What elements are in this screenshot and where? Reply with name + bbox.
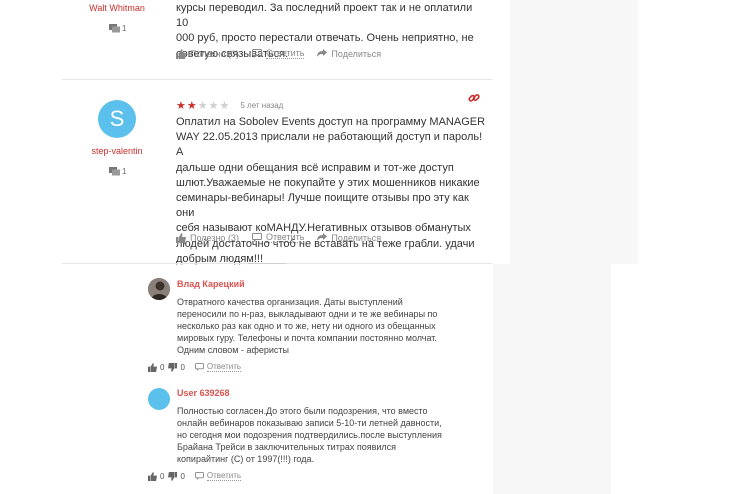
reply-label: Ответить	[206, 362, 242, 372]
share-button[interactable]: Поделиться	[317, 232, 381, 243]
share-icon	[317, 49, 328, 58]
review-time: 5 лет назад	[240, 101, 284, 110]
dislike-count: 0	[180, 362, 185, 372]
thumbs-up-icon	[176, 232, 186, 243]
star-rating: ★★★★★	[176, 99, 230, 112]
reply-text: Отвратного качества организация. Даты вы…	[177, 296, 477, 356]
review-text-line: 000 руб, просто перестали отвечать. Очен…	[176, 32, 474, 45]
review-text-line: шлют.Уважаемые не покупайте у этих мошен…	[176, 176, 480, 189]
reply-icon	[251, 49, 262, 58]
review-author-link[interactable]: Walt Whitman	[62, 3, 172, 13]
thumbs-down-icon	[168, 362, 178, 372]
reply-text-line: онлайн вебинаров показываю записи 5-10-т…	[177, 418, 442, 428]
reply-label: Ответить	[206, 471, 242, 481]
review-text-line: WAY 22.05.2013 прислали не работающий до…	[176, 131, 483, 159]
thumbs-up-icon	[148, 362, 157, 372]
dislike-count: 0	[180, 471, 185, 481]
star-icon: ★	[186, 100, 198, 112]
like-button[interactable]: 0	[148, 362, 165, 372]
review-actions: Полезно (3) Ответить Поделиться	[176, 232, 381, 243]
helpful-button[interactable]: Полезно (0)	[176, 48, 239, 59]
reply-button[interactable]: Ответить	[194, 471, 242, 481]
review-2: S step-valentin 1 ★★★★★ 5 лет назад Опла…	[62, 80, 492, 267]
reply-button[interactable]: Ответить	[251, 232, 305, 243]
avatar-letter: S	[109, 106, 125, 131]
avatar[interactable]: S	[98, 100, 136, 138]
replies-pointer	[248, 263, 286, 264]
helpful-button[interactable]: Полезно (3)	[176, 232, 239, 243]
avatar[interactable]	[148, 278, 170, 300]
review-author-link[interactable]: step-valentin	[62, 146, 172, 156]
reply-author[interactable]: User 639268	[177, 388, 230, 398]
reply-text-line: Полностью согласен.До этого были подозре…	[177, 406, 428, 416]
reply-icon	[251, 233, 262, 242]
reply-text-line: Брайана Трейси в заключительных титрах п…	[177, 442, 397, 452]
review-text-line: добрым людям!!!	[176, 252, 264, 265]
reply-text-line: Одним словом - аферисты	[177, 345, 290, 355]
right-side-panel-bottom	[493, 264, 611, 494]
review-text-line: курсы переводил. За последний проект так…	[176, 2, 473, 30]
thumbs-up-icon	[148, 471, 157, 481]
thumbs-up-icon	[176, 48, 186, 59]
review-text-line: дальше одни обещания всё исправим и тот-…	[176, 161, 454, 174]
comment-icon	[109, 24, 120, 33]
helpful-label: Полезно (0)	[190, 48, 239, 59]
reply-text-line: переносили по н-раз, выкладывают одни и …	[177, 309, 438, 319]
review-text-line: семинары-вебинары! Лучше поищите отзывы …	[176, 192, 469, 220]
reply-actions: 0 0 Ответить	[148, 471, 242, 481]
comments-count-value: 1	[122, 167, 127, 176]
reply-1: Влад Карецкий Отвратного качества органи…	[148, 276, 488, 376]
review-1: Walt Whitman 1 курсы переводил. За после…	[62, 0, 492, 80]
star-icon: ★	[219, 100, 231, 112]
dislike-button[interactable]: 0	[168, 362, 185, 372]
share-label: Поделиться	[331, 232, 382, 243]
right-side-panel-top	[510, 0, 638, 264]
reply-button[interactable]: Ответить	[194, 362, 242, 372]
reply-text-line: Отвратного качества организация. Даты вы…	[177, 297, 403, 307]
reply-text-line: несколько раз как одно и то же, нету ни …	[177, 321, 436, 331]
review-actions: Полезно (0) Ответить Поделиться	[176, 48, 381, 59]
reply-text-line: но сегодня мои подозрения подтвердились.…	[177, 430, 442, 440]
reply-label: Ответить	[265, 232, 305, 243]
helpful-label: Полезно (3)	[190, 232, 239, 243]
reply-icon	[194, 472, 204, 480]
review-text-line: Оплатил на Sobolev Events доступ на прог…	[176, 116, 486, 128]
review-text: Оплатил на Sobolev Events доступ на прог…	[176, 115, 486, 267]
comment-icon	[109, 167, 120, 176]
thumbs-down-icon	[168, 471, 178, 481]
reply-button[interactable]: Ответить	[251, 48, 305, 59]
star-icon: ★	[208, 100, 220, 112]
reply-text: Полностью согласен.До этого были подозре…	[177, 405, 477, 465]
reply-icon	[194, 363, 204, 371]
rating-row: ★★★★★ 5 лет назад	[176, 99, 283, 112]
comments-count[interactable]: 1	[109, 167, 126, 176]
share-label: Поделиться	[331, 48, 382, 59]
reply-text-line: мировых гуру. Телефоны и почта компании …	[177, 333, 437, 343]
share-icon	[317, 233, 328, 242]
reply-text-line: копирайтинг (С) от 1997(!!!) года.	[177, 454, 314, 464]
reply-actions: 0 0 Ответить	[148, 362, 242, 372]
like-count: 0	[160, 362, 165, 372]
share-button[interactable]: Поделиться	[317, 48, 381, 59]
star-icon: ★	[197, 100, 209, 112]
reply-label: Ответить	[265, 48, 305, 59]
comments-count-value: 1	[122, 24, 127, 33]
like-button[interactable]: 0	[148, 471, 165, 481]
star-icon: ★	[176, 100, 187, 112]
like-count: 0	[160, 471, 165, 481]
comments-count[interactable]: 1	[109, 24, 126, 33]
permalink-icon[interactable]	[468, 92, 480, 104]
dislike-button[interactable]: 0	[168, 471, 185, 481]
reply-2: User 639268 Полностью согласен.До этого …	[148, 385, 488, 485]
reply-author[interactable]: Влад Карецкий	[177, 279, 245, 289]
avatar[interactable]	[148, 388, 170, 410]
